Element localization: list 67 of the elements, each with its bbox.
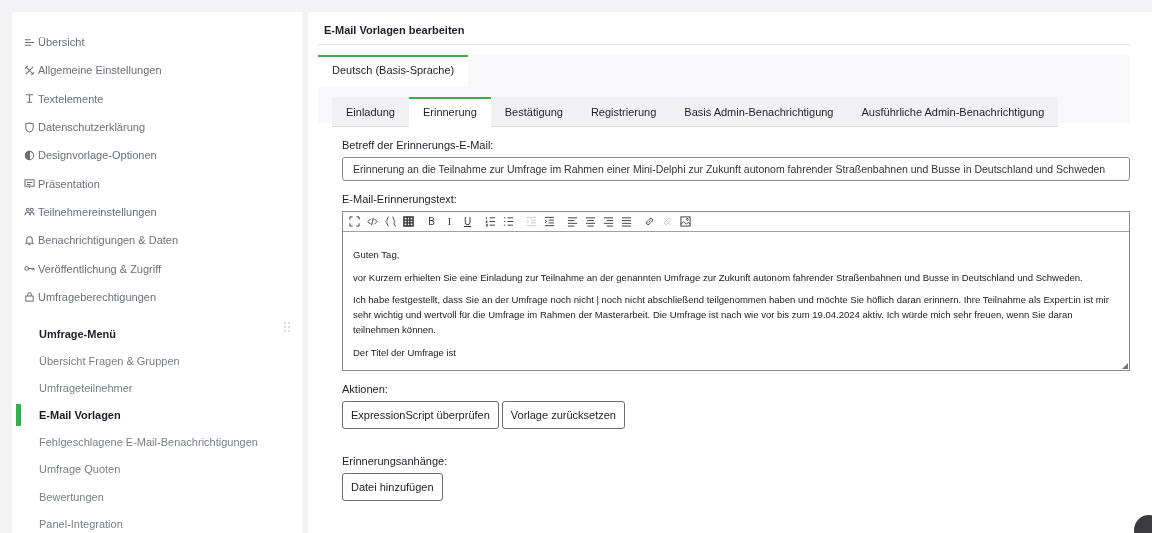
align-right-icon[interactable] [603, 216, 614, 227]
tab[interactable]: Ausführliche Admin-Benachrichtigung [847, 97, 1059, 127]
align-center-icon[interactable] [585, 216, 596, 227]
braces-icon[interactable] [385, 216, 396, 227]
action-button[interactable]: Vorlage zurücksetzen [501, 401, 625, 429]
field-label: Betreff der Erinnerungs-E-Mail: [342, 139, 494, 151]
tab[interactable]: Basis Admin-Benachrichtigung [670, 97, 848, 127]
menu-item[interactable]: Fehlgeschlagene E-Mail-Benachrichtigungen [39, 436, 258, 449]
add-file-button[interactable]: Datei hinzufügen [342, 473, 443, 501]
sidebar-item[interactable]: Allgemeine Einstellungen [24, 56, 302, 85]
link-icon[interactable] [644, 216, 655, 227]
menu-item[interactable]: Umfrageteilnehmer [39, 381, 133, 394]
italic-button[interactable]: I [444, 216, 455, 227]
sidebar-item[interactable]: Veröffentlichung & Zugriff [24, 254, 302, 283]
sidebar-item[interactable]: Übersicht [24, 28, 302, 57]
menu-item[interactable]: E-Mail Vorlagen [39, 408, 121, 421]
tab[interactable]: Einladung [332, 97, 409, 127]
sidebar-item[interactable]: Umfrageberechtigungen [24, 282, 302, 311]
tab[interactable]: Registrierung [576, 97, 671, 127]
image-icon[interactable] [680, 216, 691, 227]
tools-icon [24, 64, 35, 76]
action-button[interactable]: ExpressionScript überprüfen [342, 401, 499, 429]
sidebar-item[interactable]: Textelemente [24, 84, 302, 113]
code-icon[interactable] [367, 216, 378, 227]
drag-handle-icon[interactable] [284, 321, 290, 332]
menu-item[interactable]: Panel-Integration [39, 517, 123, 530]
overview-icon [24, 36, 35, 48]
text-icon [24, 93, 35, 105]
menu-item[interactable]: Umfrage Quoten [39, 463, 121, 476]
paragraph: Der Titel der Umfrage ist [353, 345, 457, 360]
key-icon [24, 263, 35, 274]
presentation-icon [24, 178, 35, 190]
tab[interactable]: Bestätigung [490, 97, 577, 127]
people-icon [24, 206, 35, 218]
ordered-list-icon[interactable] [485, 216, 496, 227]
menu-item[interactable]: Übersicht Fragen & Gruppen [39, 354, 180, 367]
paragraph: Guten Tag, [353, 248, 401, 262]
indent-icon[interactable] [544, 216, 555, 227]
menu-item[interactable]: Bewertungen [39, 490, 104, 503]
subject-field[interactable]: Erinnerung an die Teilnahme zur Umfrage im Rahmen einer Mini-Delphi zur Zukunft autonom fahrender Straßenbahnen und Busse in Deutschland und Schweden [342, 157, 1130, 181]
paragraph: Ich habe festgestellt, dass Sie an der Umfrage noch nicht | noch nicht abschließend teilgenommen haben und möchte Sie höflich daran erinnern. Ihre Teilnahme als Expert:in ist mir sehr wichtig und wertvoll für die Umfrage im Rahmen der Masterarbeit. Die Umfrage ist nach wie vor bis zum 19.04.2024 aktiv. Ich würde mich sehr freuen, wenn Sie daran teilnehmen können. [353, 293, 1110, 337]
field-label: E-Mail-Erinnerungstext: [342, 193, 457, 205]
lock-icon [24, 291, 35, 303]
sidebar-item[interactable]: Datenschutzerklärung [24, 112, 302, 142]
active-indicator [16, 403, 21, 426]
fullscreen-icon[interactable] [349, 216, 360, 227]
rich-text-editor[interactable] [342, 211, 1130, 371]
page-title: E-Mail Vorlagen bearbeiten [318, 12, 1130, 45]
section-title: Umfrage-Menü [39, 327, 116, 340]
bell-icon [24, 234, 35, 246]
bullet-list-icon[interactable] [503, 216, 514, 227]
paragraph: vor Kurzem erhielten Sie eine Einladung zur Teilnahme an der genannten Umfrage zur Zukunft autonom fahrender Straßenbahnen und Busse in Deutschland und Schweden. [353, 270, 1084, 285]
justify-icon[interactable] [621, 216, 632, 227]
bold-button[interactable]: B [426, 216, 437, 227]
align-left-icon[interactable] [567, 216, 578, 227]
resize-handle-icon[interactable] [1122, 363, 1128, 369]
contrast-icon [24, 149, 35, 161]
sidebar-item[interactable]: Benachrichtigungen & Daten [24, 226, 302, 255]
section-label: Aktionen: [342, 383, 388, 395]
sidebar-item[interactable]: Designvorlage-Optionen [24, 141, 302, 170]
sidebar-item[interactable]: Präsentation [24, 169, 302, 198]
sidebar-item[interactable]: Teilnehmereinstellungen [24, 197, 302, 227]
section-label: Erinnerungsanhänge: [342, 455, 448, 467]
shield-icon [24, 121, 35, 133]
language-tab[interactable]: Deutsch (Basis-Sprache) [318, 55, 469, 87]
underline-button[interactable]: U [462, 216, 473, 227]
grid-icon[interactable] [403, 216, 414, 227]
